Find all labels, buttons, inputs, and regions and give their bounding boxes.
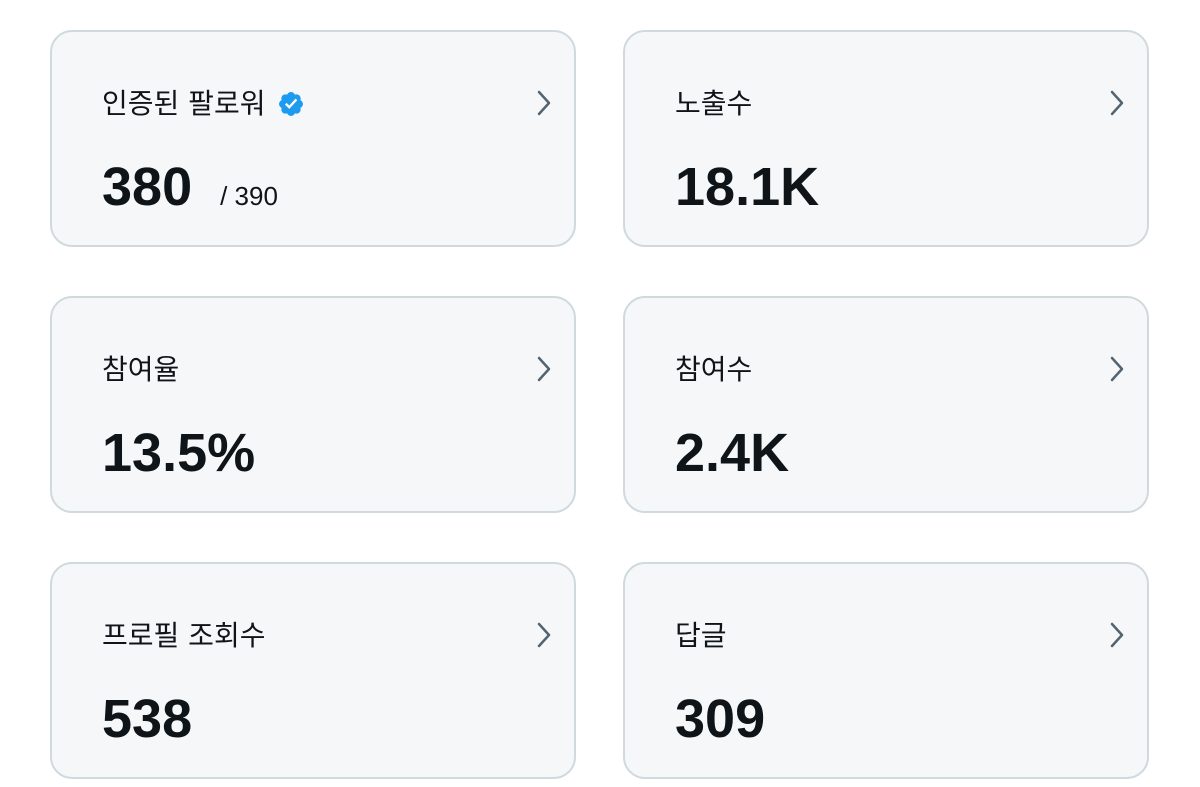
stat-card-replies[interactable]: 답글 309 xyxy=(623,562,1149,779)
stat-card-label: 노출수 xyxy=(675,87,753,120)
stat-card-value: 380 xyxy=(102,157,193,217)
stat-card-value-wrapper: 380 / 390 xyxy=(102,154,278,229)
stat-card-value: 538 xyxy=(102,689,193,749)
stat-card-total: / 390 xyxy=(220,181,278,211)
stat-card-value: 309 xyxy=(675,689,766,749)
chevron-right-icon xyxy=(1110,622,1124,648)
stat-card-label: 인증된 팔로워 xyxy=(102,87,266,120)
stat-card-label: 참여율 xyxy=(102,353,180,386)
stat-card-verified-followers[interactable]: 인증된 팔로워 380 / 390 xyxy=(50,30,576,247)
stat-card-value: 18.1K xyxy=(675,157,820,217)
chevron-right-icon xyxy=(537,90,551,116)
chevron-right-icon xyxy=(537,356,551,382)
stat-card-label: 참여수 xyxy=(675,353,753,386)
stat-card-profile-visits[interactable]: 프로필 조회수 538 xyxy=(50,562,576,779)
chevron-right-icon xyxy=(537,622,551,648)
chevron-right-icon xyxy=(1110,90,1124,116)
stat-card-value: 2.4K xyxy=(675,423,790,483)
chevron-right-icon xyxy=(1110,356,1124,382)
stat-card-engagement-rate[interactable]: 참여율 13.5% xyxy=(50,296,576,513)
verified-badge-icon xyxy=(279,92,304,116)
stat-card-impressions[interactable]: 노출수 18.1K xyxy=(623,30,1149,247)
stat-card-label-wrapper: 인증된 팔로워 xyxy=(102,86,305,122)
stat-card-engagements[interactable]: 참여수 2.4K xyxy=(623,296,1149,513)
stat-card-label: 프로필 조회수 xyxy=(102,619,266,652)
stat-card-label: 답글 xyxy=(675,619,727,652)
stat-card-value: 13.5% xyxy=(102,423,256,483)
